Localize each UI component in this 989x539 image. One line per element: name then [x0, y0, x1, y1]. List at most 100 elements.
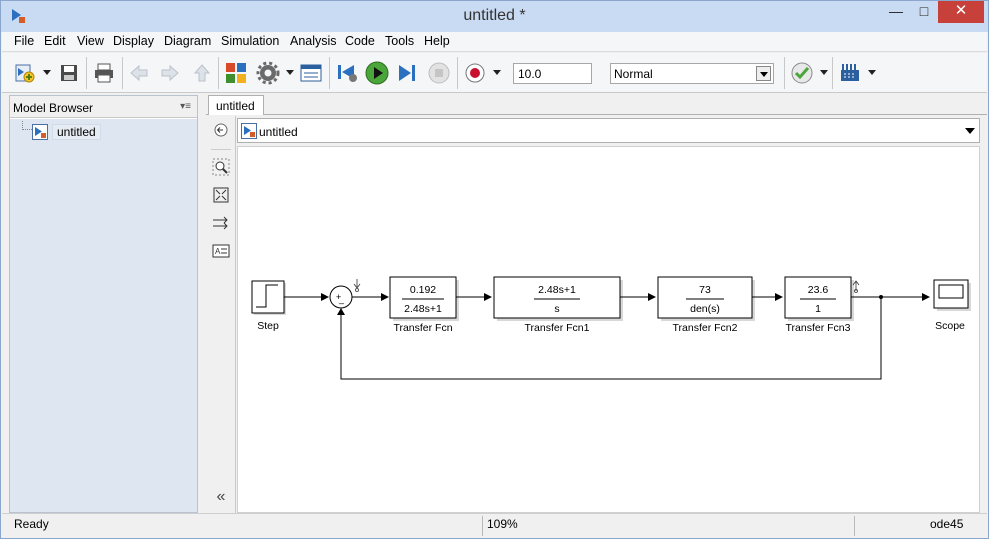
transfer-fcn-block[interactable]: 0.192 2.48s+1 Transfer Fcn: [389, 276, 459, 334]
model-icon: [241, 123, 257, 139]
model-explorer-icon: [300, 64, 322, 82]
model-browser-title: Model Browser: [13, 101, 94, 115]
record-dropdown-icon[interactable]: [493, 70, 501, 75]
library-browser-icon: [226, 63, 246, 83]
build-icon: [841, 64, 859, 81]
model-browser-header: Model Browser ▾≡: [10, 96, 197, 118]
transfer-fcn3-block[interactable]: 23.6 1 Transfer Fcn3: [784, 276, 860, 334]
menu-bar: File Edit View Display Diagram Simulatio…: [2, 32, 987, 52]
sum-block[interactable]: + _: [329, 279, 361, 309]
step-forward-button[interactable]: [395, 61, 419, 85]
minimize-button[interactable]: —: [882, 1, 910, 23]
tf1-numerator: 0.192: [410, 284, 436, 296]
menu-view[interactable]: View: [77, 34, 104, 48]
menu-file[interactable]: File: [14, 34, 34, 48]
status-bar: Ready 109% ode45: [2, 513, 987, 538]
window-title: untitled *: [463, 7, 526, 24]
model-explorer-button[interactable]: [299, 61, 323, 85]
transfer-fcn2-block[interactable]: 73 den(s) Transfer Fcn2: [657, 276, 755, 334]
step-back-icon: [338, 65, 357, 82]
stop-button[interactable]: [427, 61, 451, 85]
menu-help[interactable]: Help: [424, 34, 450, 48]
step-back-button[interactable]: [335, 61, 361, 85]
block-diagram: Step + _ 0.192 2.48s+1 Transfer Fcn 2.48…: [251, 276, 971, 380]
chevron-down-icon[interactable]: [965, 128, 975, 134]
menu-diagram[interactable]: Diagram: [164, 34, 211, 48]
menu-display[interactable]: Display: [113, 34, 154, 48]
print-button[interactable]: [92, 61, 116, 85]
save-icon: [61, 65, 77, 81]
model-path-label: untitled: [259, 125, 298, 139]
tree-item-untitled[interactable]: untitled: [32, 123, 101, 140]
tf2-numerator: 2.48s+1: [538, 284, 576, 296]
svg-text:A: A: [215, 247, 221, 256]
tf1-denominator: 2.48s+1: [404, 303, 442, 315]
transfer-fcn1-block[interactable]: 2.48s+1 s Transfer Fcn1: [493, 276, 623, 334]
annotation-icon: A: [212, 244, 230, 258]
step-label: Step: [257, 320, 279, 332]
tf1-label: Transfer Fcn: [393, 322, 452, 334]
editor-tab-bar: untitled: [206, 95, 987, 115]
model-icon: [32, 123, 48, 140]
fit-view-icon: [213, 187, 229, 203]
toolbar: 10.0 Normal: [2, 53, 987, 93]
scope-label: Scope: [935, 320, 965, 332]
collapse-palette-icon[interactable]: «: [212, 488, 230, 506]
check-icon: [791, 62, 813, 84]
gear-icon: [256, 61, 280, 85]
back-button[interactable]: [128, 61, 150, 85]
zoom-level: 109%: [487, 517, 518, 531]
simulation-mode-select[interactable]: Normal: [610, 63, 774, 84]
up-button[interactable]: [191, 61, 213, 85]
zoom-button[interactable]: [212, 158, 230, 176]
printer-icon: [95, 63, 113, 83]
panel-splitter[interactable]: [198, 95, 206, 513]
record-button[interactable]: [463, 61, 487, 85]
save-button[interactable]: [58, 61, 80, 85]
run-button[interactable]: [364, 61, 390, 85]
menu-edit[interactable]: Edit: [44, 34, 66, 48]
model-config-button[interactable]: [255, 61, 281, 85]
tab-untitled[interactable]: untitled: [208, 95, 264, 115]
build-dropdown-icon[interactable]: [868, 70, 876, 75]
menu-code[interactable]: Code: [345, 34, 375, 48]
menu-analysis[interactable]: Analysis: [290, 34, 337, 48]
tf3-denominator: den(s): [690, 303, 720, 315]
play-icon: [365, 61, 389, 85]
annotation-button[interactable]: A: [212, 242, 230, 260]
model-tree: untitled: [10, 119, 197, 512]
step-block[interactable]: Step: [251, 280, 286, 332]
solver-name[interactable]: ode45: [930, 517, 963, 531]
chevron-down-icon[interactable]: [756, 66, 771, 81]
zoom-icon: [212, 158, 230, 176]
arrow-left-icon: [130, 64, 148, 82]
menu-simulation[interactable]: Simulation: [221, 34, 279, 48]
model-canvas[interactable]: Step + _ 0.192 2.48s+1 Transfer Fcn 2.48…: [237, 146, 980, 513]
tf2-label: Transfer Fcn1: [525, 322, 590, 334]
forward-button[interactable]: [159, 61, 181, 85]
panel-menu-icon[interactable]: ▾≡: [180, 101, 191, 112]
maximize-button[interactable]: □: [910, 1, 938, 23]
stop-time-input[interactable]: 10.0: [513, 63, 592, 84]
signal-routing-button[interactable]: [212, 214, 230, 232]
scope-block[interactable]: Scope: [933, 279, 971, 332]
canvas-palette: A «: [206, 116, 236, 513]
build-model-button[interactable]: [838, 61, 862, 85]
fit-to-view-button[interactable]: [212, 186, 230, 204]
model-path-bar[interactable]: untitled: [237, 118, 980, 143]
new-model-button[interactable]: [13, 61, 37, 85]
close-button[interactable]: ✕: [938, 1, 984, 23]
hide-browser-button[interactable]: [212, 121, 230, 139]
model-advisor-button[interactable]: [790, 61, 814, 85]
new-model-dropdown-icon[interactable]: [43, 70, 51, 75]
model-config-dropdown-icon[interactable]: [286, 70, 294, 75]
stop-icon: [428, 62, 450, 84]
tf2-denominator: s: [554, 303, 559, 315]
library-browser-button[interactable]: [224, 61, 248, 85]
menu-tools[interactable]: Tools: [385, 34, 414, 48]
arrow-up-icon: [193, 64, 211, 82]
simulink-window: untitled * — □ ✕ File Edit View Display …: [0, 0, 989, 539]
tree-item-label: untitled: [52, 123, 101, 140]
circle-arrow-left-icon: [214, 123, 228, 137]
model-advisor-dropdown-icon[interactable]: [820, 70, 828, 75]
